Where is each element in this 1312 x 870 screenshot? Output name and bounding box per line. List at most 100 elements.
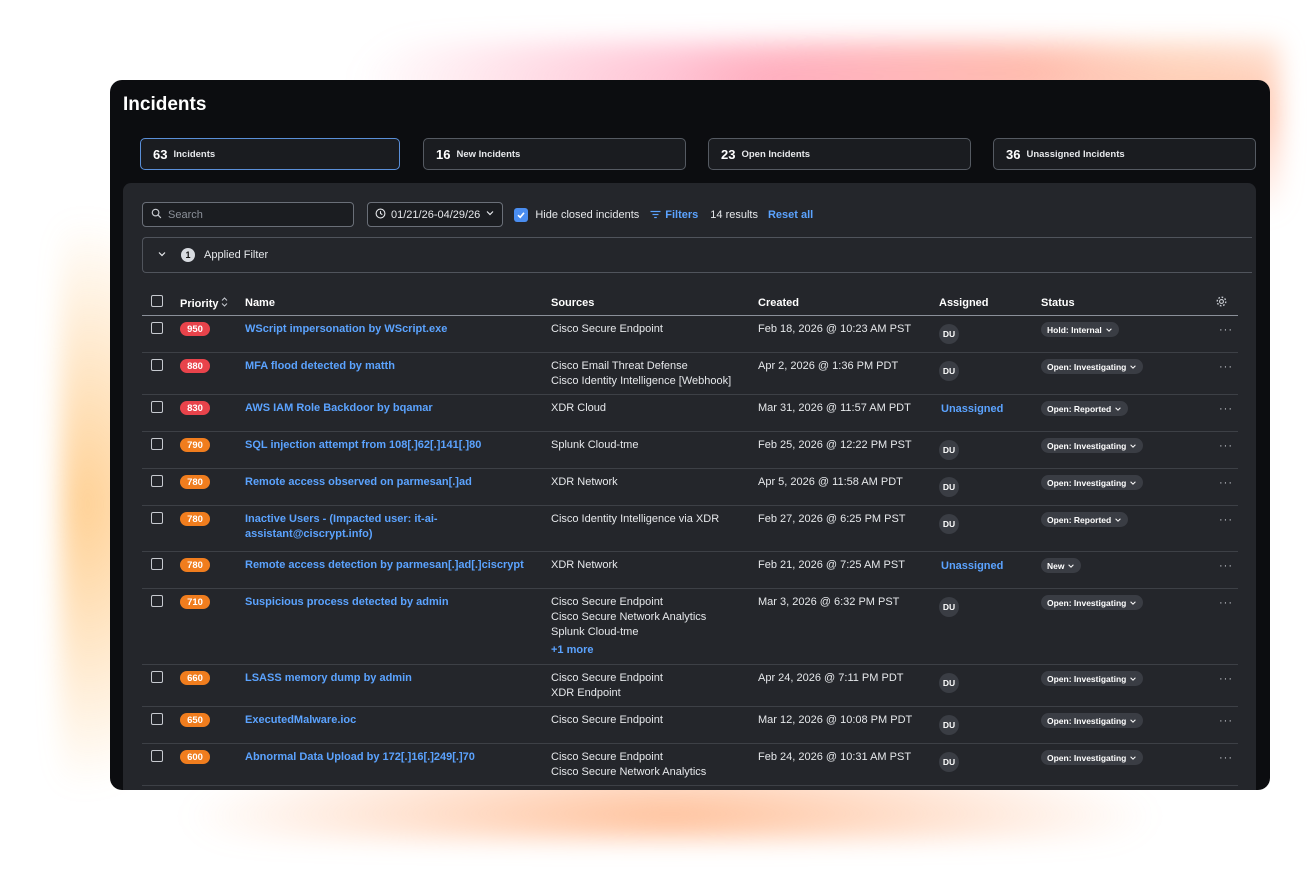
gear-icon[interactable] bbox=[1215, 295, 1228, 313]
row-checkbox[interactable] bbox=[151, 750, 163, 762]
status-dropdown[interactable]: Open: Investigating bbox=[1041, 750, 1144, 765]
source-name: Cisco Email Threat Defense bbox=[551, 360, 688, 372]
source-name: Cisco Identity Intelligence [Webhook] bbox=[551, 375, 732, 387]
table-row[interactable]: 710 Suspicious process detected by admin C… bbox=[142, 589, 1238, 665]
row-checkbox[interactable] bbox=[151, 438, 163, 450]
status-dropdown[interactable]: Open: Investigating bbox=[1041, 671, 1144, 686]
status-dropdown[interactable]: Open: Investigating bbox=[1041, 713, 1144, 728]
incident-name-link[interactable]: Suspicious process detected by admin bbox=[245, 595, 535, 610]
reset-all-link[interactable]: Reset all bbox=[768, 209, 813, 221]
status-dropdown[interactable]: Open: Investigating bbox=[1041, 438, 1144, 453]
chevron-down-icon bbox=[1130, 718, 1137, 723]
search-input[interactable]: Search bbox=[142, 202, 354, 227]
source-name: Cisco Secure Endpoint bbox=[551, 672, 663, 684]
avatar[interactable]: DU bbox=[939, 514, 959, 534]
status-dropdown[interactable]: Open: Investigating bbox=[1041, 359, 1144, 374]
incidents-panel: Search 01/21/26-04/29/26 Hide closed inc… bbox=[123, 183, 1256, 790]
table-row[interactable]: 660 LSASS memory dump by admin Cisco Secur… bbox=[142, 665, 1238, 707]
status-column-header[interactable]: Status bbox=[1041, 297, 1075, 309]
table-row[interactable]: 790 SQL injection attempt from 108[.]62[.… bbox=[142, 432, 1238, 469]
row-checkbox[interactable] bbox=[151, 558, 163, 570]
row-checkbox[interactable] bbox=[151, 512, 163, 524]
stat-card-new-incidents[interactable]: 16 New Incidents bbox=[423, 138, 686, 170]
incident-name-link[interactable]: WScript impersonation by WScript.exe bbox=[245, 322, 535, 337]
row-checkbox[interactable] bbox=[151, 671, 163, 683]
more-sources-link[interactable]: +1 more bbox=[551, 643, 736, 658]
more-actions-icon[interactable]: ··· bbox=[1219, 752, 1233, 764]
row-checkbox[interactable] bbox=[151, 475, 163, 487]
incident-name-link[interactable]: ExecutedMalware.ioc bbox=[245, 713, 535, 728]
source-name: Cisco Secure Network Analytics bbox=[551, 766, 707, 778]
chevron-down-icon bbox=[1068, 563, 1075, 568]
select-all-checkbox[interactable] bbox=[151, 295, 163, 307]
more-actions-icon[interactable]: ··· bbox=[1219, 361, 1233, 373]
table-row[interactable]: 600 Abnormal Data Upload by 172[.]16[.]24… bbox=[142, 744, 1238, 786]
more-actions-icon[interactable]: ··· bbox=[1219, 514, 1233, 526]
more-actions-icon[interactable]: ··· bbox=[1219, 324, 1233, 336]
hide-closed-label[interactable]: Hide closed incidents bbox=[535, 209, 639, 221]
incident-name-link[interactable]: Abnormal Data Upload by 172[.]16[.]249[.… bbox=[245, 750, 535, 765]
table-row[interactable]: 780 Remote access observed on parmesan[.]… bbox=[142, 469, 1238, 506]
row-checkbox[interactable] bbox=[151, 713, 163, 725]
stat-card-unassigned-incidents[interactable]: 36 Unassigned Incidents bbox=[993, 138, 1256, 170]
row-checkbox[interactable] bbox=[151, 322, 163, 334]
sources-cell: Splunk Cloud-tme bbox=[551, 438, 736, 453]
priority-column-header[interactable]: Priority bbox=[180, 297, 228, 310]
row-checkbox[interactable] bbox=[151, 595, 163, 607]
status-dropdown[interactable]: Open: Reported bbox=[1041, 512, 1129, 527]
row-checkbox[interactable] bbox=[151, 401, 163, 413]
more-actions-icon[interactable]: ··· bbox=[1219, 560, 1233, 572]
avatar[interactable]: DU bbox=[939, 440, 959, 460]
stat-card-incidents[interactable]: 63 Incidents bbox=[140, 138, 400, 170]
incident-name-link[interactable]: Remote access detection by parmesan[.]ad… bbox=[245, 558, 535, 573]
assignee-unassigned[interactable]: Unassigned bbox=[941, 559, 1003, 574]
status-dropdown[interactable]: Hold: Internal bbox=[1041, 322, 1119, 337]
more-actions-icon[interactable]: ··· bbox=[1219, 477, 1233, 489]
incident-name-link[interactable]: Remote access observed on parmesan[.]ad bbox=[245, 475, 535, 490]
incident-name-link[interactable]: SQL injection attempt from 108[.]62[.]14… bbox=[245, 438, 535, 453]
avatar[interactable]: DU bbox=[939, 324, 959, 344]
status-dropdown[interactable]: Open: Investigating bbox=[1041, 595, 1144, 610]
more-actions-icon[interactable]: ··· bbox=[1219, 673, 1233, 685]
more-actions-icon[interactable]: ··· bbox=[1219, 715, 1233, 727]
table-row[interactable]: 880 MFA flood detected by matth Cisco Emai… bbox=[142, 353, 1238, 395]
avatar[interactable]: DU bbox=[939, 752, 959, 772]
assignee-unassigned[interactable]: Unassigned bbox=[941, 402, 1003, 417]
stat-card-open-incidents[interactable]: 23 Open Incidents bbox=[708, 138, 971, 170]
filters-button[interactable]: Filters bbox=[650, 206, 698, 224]
status-label: Hold: Internal bbox=[1047, 324, 1102, 335]
row-checkbox[interactable] bbox=[151, 359, 163, 371]
created-date: Mar 31, 2026 @ 11:57 AM PDT bbox=[758, 402, 911, 414]
avatar[interactable]: DU bbox=[939, 477, 959, 497]
incident-name-link[interactable]: LSASS memory dump by admin bbox=[245, 671, 535, 686]
table-row[interactable]: 780 Inactive Users - (Impacted user: it-a… bbox=[142, 506, 1238, 552]
table-row[interactable]: 780 Remote access detection by parmesan[.… bbox=[142, 552, 1238, 589]
table-row[interactable]: 650 ExecutedMalware.ioc Cisco Secure Endpo… bbox=[142, 707, 1238, 744]
incident-name-link[interactable]: AWS IAM Role Backdoor by bqamar bbox=[245, 401, 535, 416]
status-dropdown[interactable]: New bbox=[1041, 558, 1082, 573]
table-row[interactable]: 830 AWS IAM Role Backdoor by bqamar XDR Cl… bbox=[142, 395, 1238, 432]
incident-name-link[interactable]: Inactive Users - (Impacted user: it-ai-a… bbox=[245, 512, 535, 542]
priority-badge: 650 bbox=[180, 713, 210, 727]
more-actions-icon[interactable]: ··· bbox=[1219, 403, 1233, 415]
sources-column-header[interactable]: Sources bbox=[551, 297, 594, 309]
more-actions-icon[interactable]: ··· bbox=[1219, 597, 1233, 609]
status-dropdown[interactable]: Open: Reported bbox=[1041, 401, 1129, 416]
name-column-header[interactable]: Name bbox=[245, 297, 275, 309]
incident-name-link[interactable]: MFA flood detected by matth bbox=[245, 359, 535, 374]
avatar[interactable]: DU bbox=[939, 597, 959, 617]
assigned-column-header[interactable]: Assigned bbox=[939, 297, 989, 309]
priority-badge: 780 bbox=[180, 512, 210, 526]
hide-closed-checkbox[interactable] bbox=[514, 207, 529, 222]
source-name: Cisco Secure Endpoint bbox=[551, 714, 663, 726]
avatar[interactable]: DU bbox=[939, 361, 959, 381]
sources-cell: XDR Cloud bbox=[551, 401, 736, 416]
more-actions-icon[interactable]: ··· bbox=[1219, 440, 1233, 452]
table-row[interactable]: 950 WScript impersonation by WScript.exe C… bbox=[142, 316, 1238, 353]
avatar[interactable]: DU bbox=[939, 673, 959, 693]
avatar[interactable]: DU bbox=[939, 715, 959, 735]
status-dropdown[interactable]: Open: Investigating bbox=[1041, 475, 1144, 490]
created-column-header[interactable]: Created bbox=[758, 297, 799, 309]
applied-filter-bar[interactable]: 1 Applied Filter bbox=[142, 237, 1252, 273]
date-range-button[interactable]: 01/21/26-04/29/26 bbox=[367, 202, 504, 227]
